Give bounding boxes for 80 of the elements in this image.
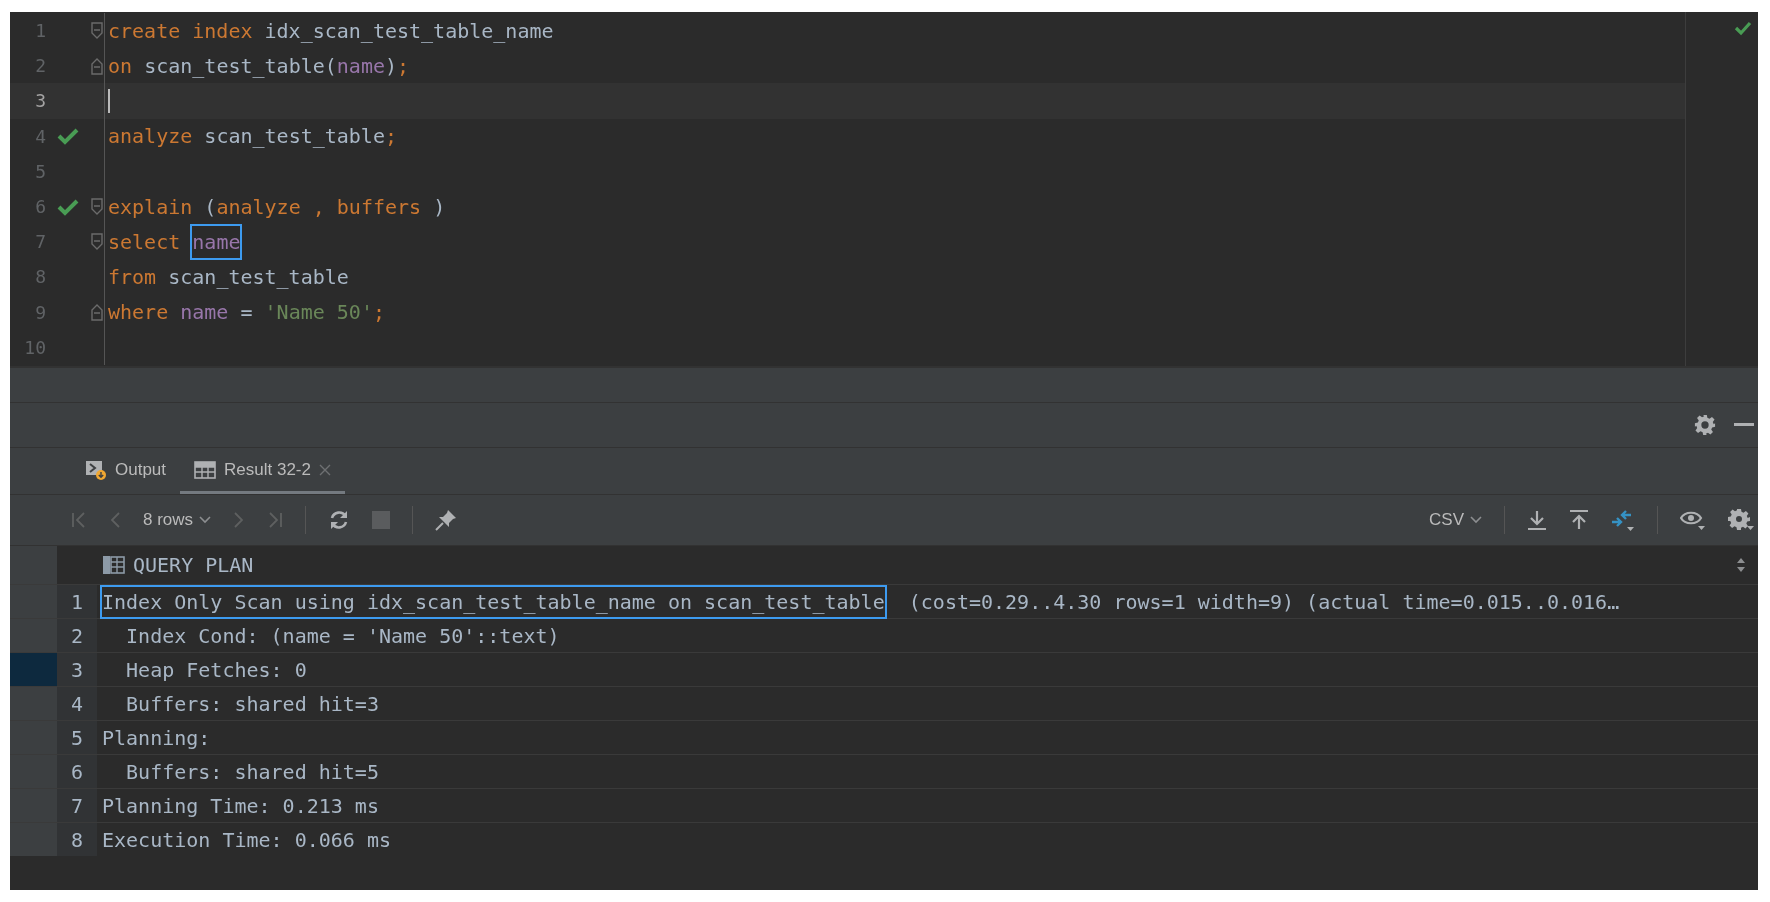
table-icon <box>194 460 217 479</box>
row-number[interactable]: 5 <box>57 721 97 754</box>
code-token: ( <box>203 194 217 219</box>
first-page-icon[interactable] <box>71 511 87 529</box>
table-cell-text: Execution Time: 0.066 ms <box>102 827 391 852</box>
row-number[interactable]: 1 <box>57 585 97 618</box>
code-token: explain <box>108 194 193 219</box>
code-token: idx_scan_test_table_name <box>263 18 554 43</box>
column-header[interactable]: QUERY PLAN <box>57 546 1758 584</box>
minimize-icon[interactable] <box>1734 423 1754 427</box>
code-token: ; <box>397 53 410 78</box>
code-token: create index <box>108 18 253 43</box>
table-cell-text: Buffers: shared hit=5 <box>125 759 379 784</box>
code-token: name <box>180 300 229 325</box>
code-token: ) <box>384 53 397 78</box>
result-tab[interactable]: Output <box>71 448 181 494</box>
stop-icon[interactable] <box>372 511 391 529</box>
page-size-dropdown[interactable]: 8 rows <box>143 510 212 530</box>
last-page-icon[interactable] <box>267 511 284 529</box>
pin-icon[interactable] <box>435 509 458 531</box>
table-cell-text: Buffers: shared hit=3 <box>125 691 379 716</box>
line-number: 3 <box>34 90 46 112</box>
upload-icon[interactable] <box>1569 509 1589 531</box>
sort-icon[interactable] <box>1736 557 1746 573</box>
line-number: 6 <box>34 196 46 218</box>
row-number[interactable]: 2 <box>57 619 97 652</box>
code-token: select <box>108 229 182 254</box>
line-number: 1 <box>34 20 46 42</box>
line-number: 9 <box>34 301 46 323</box>
line-number: 4 <box>34 125 46 147</box>
row-number[interactable]: 3 <box>57 653 97 686</box>
code-token: name <box>336 53 385 78</box>
row-number[interactable]: 6 <box>57 755 97 788</box>
fold-icon[interactable] <box>91 197 103 216</box>
code-token: ) <box>432 194 446 219</box>
highlighted-table-cell-text: Index Only Scan using idx_scan_test_table_name on scan_test_table <box>102 586 885 617</box>
chevron-down-icon <box>199 516 212 524</box>
fold-icon[interactable] <box>91 232 103 251</box>
code-token: where <box>108 300 170 325</box>
text-caret <box>108 88 110 113</box>
table-cell-text: Index Cond: (name = 'Name 50'::text) <box>125 623 560 648</box>
code-token: analyze <box>108 124 193 149</box>
fold-icon[interactable] <box>91 56 103 75</box>
line-number: 8 <box>34 266 46 288</box>
row-number[interactable]: 8 <box>57 823 97 856</box>
highlighted-code: name <box>192 225 241 258</box>
chevron-down-icon <box>1470 516 1482 524</box>
close-icon[interactable] <box>319 463 331 476</box>
download-icon[interactable] <box>1527 509 1547 531</box>
fold-icon[interactable] <box>91 303 103 322</box>
table-cell-text: Planning: <box>102 725 211 750</box>
line-number: 10 <box>23 336 46 358</box>
settings-icon[interactable] <box>1728 508 1754 532</box>
code-token: from <box>108 264 157 289</box>
code-token: scan_test_table <box>203 124 385 149</box>
next-page-icon[interactable] <box>233 511 246 529</box>
line-number: 2 <box>34 55 46 77</box>
row-number[interactable]: 4 <box>57 687 97 720</box>
table-column-icon <box>103 556 125 574</box>
table-cell-text: Planning Time: 0.213 ms <box>102 793 379 818</box>
eye-icon[interactable] <box>1680 509 1706 531</box>
fold-icon[interactable] <box>91 21 103 40</box>
code-token: 'Name 50' <box>264 300 373 325</box>
line-number: 7 <box>34 231 46 253</box>
line-number: 5 <box>34 160 46 182</box>
code-token: ; <box>384 124 397 149</box>
code-token: ; <box>372 300 385 325</box>
table-cell-text: Heap Fetches: 0 <box>125 657 307 682</box>
export-format-dropdown[interactable]: CSV <box>1429 510 1482 530</box>
code-token: on <box>108 53 133 78</box>
code-token: scan_test_table <box>167 264 349 289</box>
row-number[interactable]: 7 <box>57 789 97 822</box>
console-icon <box>85 458 107 481</box>
code-token: scan_test_table( <box>143 53 337 78</box>
code-token: analyze , buffers <box>216 194 422 219</box>
compare-icon[interactable] <box>1611 508 1635 532</box>
previous-page-icon[interactable] <box>109 511 121 529</box>
settings-icon[interactable] <box>1694 414 1716 436</box>
code-token: = <box>239 300 254 325</box>
table-cell-text: (cost=0.29..4.30 rows=1 width=9) (actual time=0.015..0.016… <box>907 589 1620 614</box>
